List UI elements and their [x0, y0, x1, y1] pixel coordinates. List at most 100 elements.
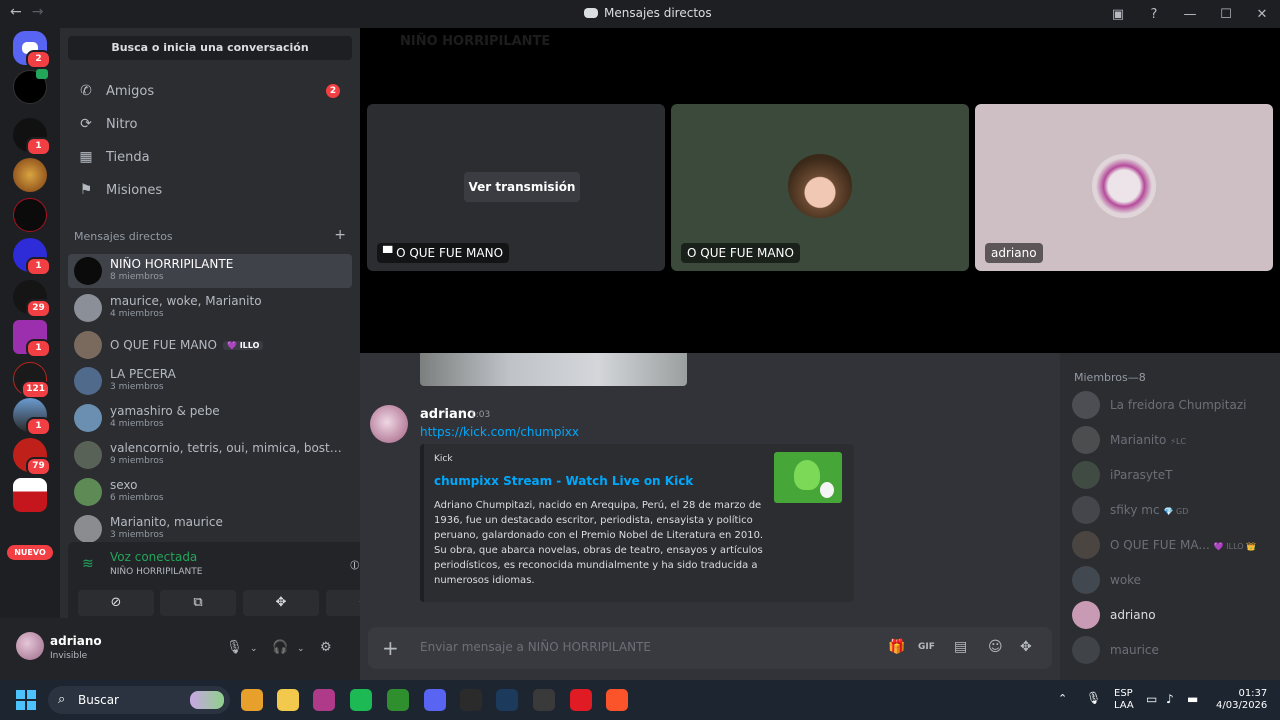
- inbox-icon[interactable]: ▣: [1100, 7, 1136, 22]
- chrome-app-icon[interactable]: [241, 689, 263, 711]
- username[interactable]: adriano: [50, 634, 102, 648]
- member-item[interactable]: maurice: [1072, 636, 1272, 666]
- embed-title[interactable]: chumpixx Stream - Watch Live on Kick: [434, 474, 693, 488]
- server-icon[interactable]: 79: [13, 438, 51, 476]
- message-link[interactable]: https://kick.com/chumpixx: [420, 425, 579, 439]
- server-icon[interactable]: 29: [13, 280, 51, 318]
- clock[interactable]: 01:37 4/03/2026: [1216, 688, 1267, 712]
- nav-shop[interactable]: ▦ Tienda: [68, 142, 352, 172]
- dm-item[interactable]: NIÑO HORRIPILANTE 8 miembros: [68, 254, 352, 288]
- dm-item[interactable]: O QUE FUE MANO 💜 ILLO: [68, 328, 352, 362]
- network-icon[interactable]: ▭: [1146, 692, 1157, 706]
- help-icon[interactable]: ?: [1136, 7, 1172, 22]
- battery-icon[interactable]: ▬: [1187, 692, 1198, 706]
- voice-status[interactable]: Voz conectada: [110, 550, 197, 564]
- member-item[interactable]: La freidora Chumpitazi: [1072, 391, 1272, 421]
- screen-share-button[interactable]: ⧉: [160, 590, 236, 616]
- gift-icon[interactable]: 🎁: [888, 639, 905, 655]
- language-indicator[interactable]: ESP LAA: [1114, 688, 1134, 712]
- nitro-icon: ⟳: [80, 116, 92, 132]
- microphone-icon[interactable]: 🎙: [1086, 691, 1101, 705]
- nav-nitro[interactable]: ⟳ Nitro: [68, 109, 352, 139]
- opera-app-icon[interactable]: [570, 689, 592, 711]
- nav-friends[interactable]: ✆ Amigos 2: [68, 76, 352, 106]
- server-icon[interactable]: [13, 198, 47, 232]
- participant-tile[interactable]: O QUE FUE MANO: [671, 104, 969, 271]
- chevron-down-icon[interactable]: ⌄: [250, 644, 258, 654]
- avatar[interactable]: [16, 632, 44, 660]
- create-dm-button[interactable]: +: [334, 228, 346, 243]
- minimize-button[interactable]: —: [1172, 7, 1208, 22]
- member-item[interactable]: Marianito ⚡LC: [1072, 426, 1272, 456]
- member-item[interactable]: O QUE FUE MA... 💜 ILLO 👑: [1072, 531, 1272, 561]
- image-attachment[interactable]: [420, 353, 687, 386]
- embed-thumbnail[interactable]: [774, 452, 842, 503]
- search-icon: ⌕: [58, 692, 66, 707]
- explorer-app-icon[interactable]: [277, 689, 299, 711]
- server-icon[interactable]: 1: [13, 238, 51, 276]
- maximize-button[interactable]: ☐: [1208, 7, 1244, 22]
- attach-button[interactable]: +: [382, 636, 399, 660]
- server-icon[interactable]: [13, 69, 48, 104]
- noise-suppression-icon[interactable]: ⦶: [350, 558, 359, 573]
- brave-app-icon[interactable]: [606, 689, 628, 711]
- message-composer[interactable]: + Enviar mensaje a NIÑO HORRIPILANTE 🎁 G…: [368, 627, 1052, 669]
- message-author[interactable]: adriano: [420, 407, 476, 422]
- home-button[interactable]: 2: [13, 31, 51, 69]
- headset-icon[interactable]: 🎧: [272, 640, 288, 655]
- apps-icon[interactable]: ✥: [1020, 639, 1032, 655]
- xbox-app-icon[interactable]: [387, 689, 409, 711]
- window-title: Mensajes directos: [584, 6, 712, 20]
- steam-app-icon[interactable]: [496, 689, 518, 711]
- avatar: [74, 367, 102, 396]
- server-icon[interactable]: 1: [13, 320, 51, 358]
- back-icon[interactable]: ←: [10, 4, 22, 20]
- message-input[interactable]: Enviar mensaje a NIÑO HORRIPILANTE: [420, 640, 651, 654]
- microphone-icon[interactable]: 🎙: [226, 640, 243, 655]
- watch-stream-button[interactable]: Ver transmisión: [464, 172, 580, 202]
- link-embed: Kick chumpixx Stream - Watch Live on Kic…: [420, 444, 854, 602]
- dm-name: sexo: [110, 478, 346, 492]
- close-button[interactable]: ✕: [1244, 7, 1280, 22]
- dm-member-count: 8 miembros: [110, 272, 164, 282]
- github-app-icon[interactable]: [533, 689, 555, 711]
- dm-name-text: LA PECERA: [110, 367, 176, 382]
- activities-button[interactable]: ✥: [243, 590, 319, 616]
- chevron-down-icon[interactable]: ⌄: [297, 644, 305, 654]
- participant-tile[interactable]: adriano: [975, 104, 1273, 271]
- instagram-app-icon[interactable]: [313, 689, 335, 711]
- dm-item[interactable]: yamashiro & pebe 4 miembros: [68, 401, 352, 435]
- gif-icon[interactable]: GIF: [918, 642, 935, 652]
- discord-app-icon[interactable]: [424, 689, 446, 711]
- server-icon[interactable]: 1: [13, 118, 51, 156]
- camera-button[interactable]: ⊘: [78, 590, 154, 616]
- sticker-icon[interactable]: ▤: [954, 639, 967, 655]
- forward-icon[interactable]: →: [32, 4, 44, 20]
- dm-item[interactable]: Marianito, maurice 3 miembros: [68, 512, 352, 546]
- dm-item[interactable]: valencornio, tetris, oui, mimica, boston…: [68, 438, 352, 472]
- dm-item[interactable]: LA PECERA 3 miembros: [68, 364, 352, 398]
- emoji-icon[interactable]: ☺: [988, 639, 1003, 655]
- search-input[interactable]: Busca o inicia una conversación: [68, 36, 352, 60]
- member-item[interactable]: woke: [1072, 566, 1272, 596]
- nav-quests[interactable]: ⚑ Misiones: [68, 175, 352, 205]
- epic-app-icon[interactable]: [460, 689, 482, 711]
- signal-icon[interactable]: ≋: [82, 556, 94, 572]
- server-icon[interactable]: [13, 478, 47, 512]
- member-item[interactable]: adriano: [1072, 601, 1272, 631]
- server-icon[interactable]: 121: [13, 362, 50, 399]
- member-item[interactable]: sfiky mc 💎 GD: [1072, 496, 1272, 526]
- avatar[interactable]: [370, 405, 408, 443]
- volume-icon[interactable]: ♪: [1166, 692, 1174, 706]
- dm-item[interactable]: sexo 6 miembros: [68, 475, 352, 509]
- stream-tile[interactable]: Ver transmisión ▀ O QUE FUE MANO: [367, 104, 665, 271]
- chevron-up-icon[interactable]: ⌃: [1058, 692, 1067, 705]
- start-button[interactable]: [16, 690, 36, 710]
- member-item[interactable]: iParasyteT: [1072, 461, 1272, 491]
- dm-item[interactable]: maurice, woke, Marianito 4 miembros: [68, 291, 352, 325]
- taskbar-search[interactable]: ⌕ Buscar: [48, 686, 230, 714]
- server-icon[interactable]: [13, 158, 47, 192]
- spotify-app-icon[interactable]: [350, 689, 372, 711]
- server-icon[interactable]: 1: [13, 398, 51, 436]
- gear-icon[interactable]: ⚙: [320, 640, 332, 655]
